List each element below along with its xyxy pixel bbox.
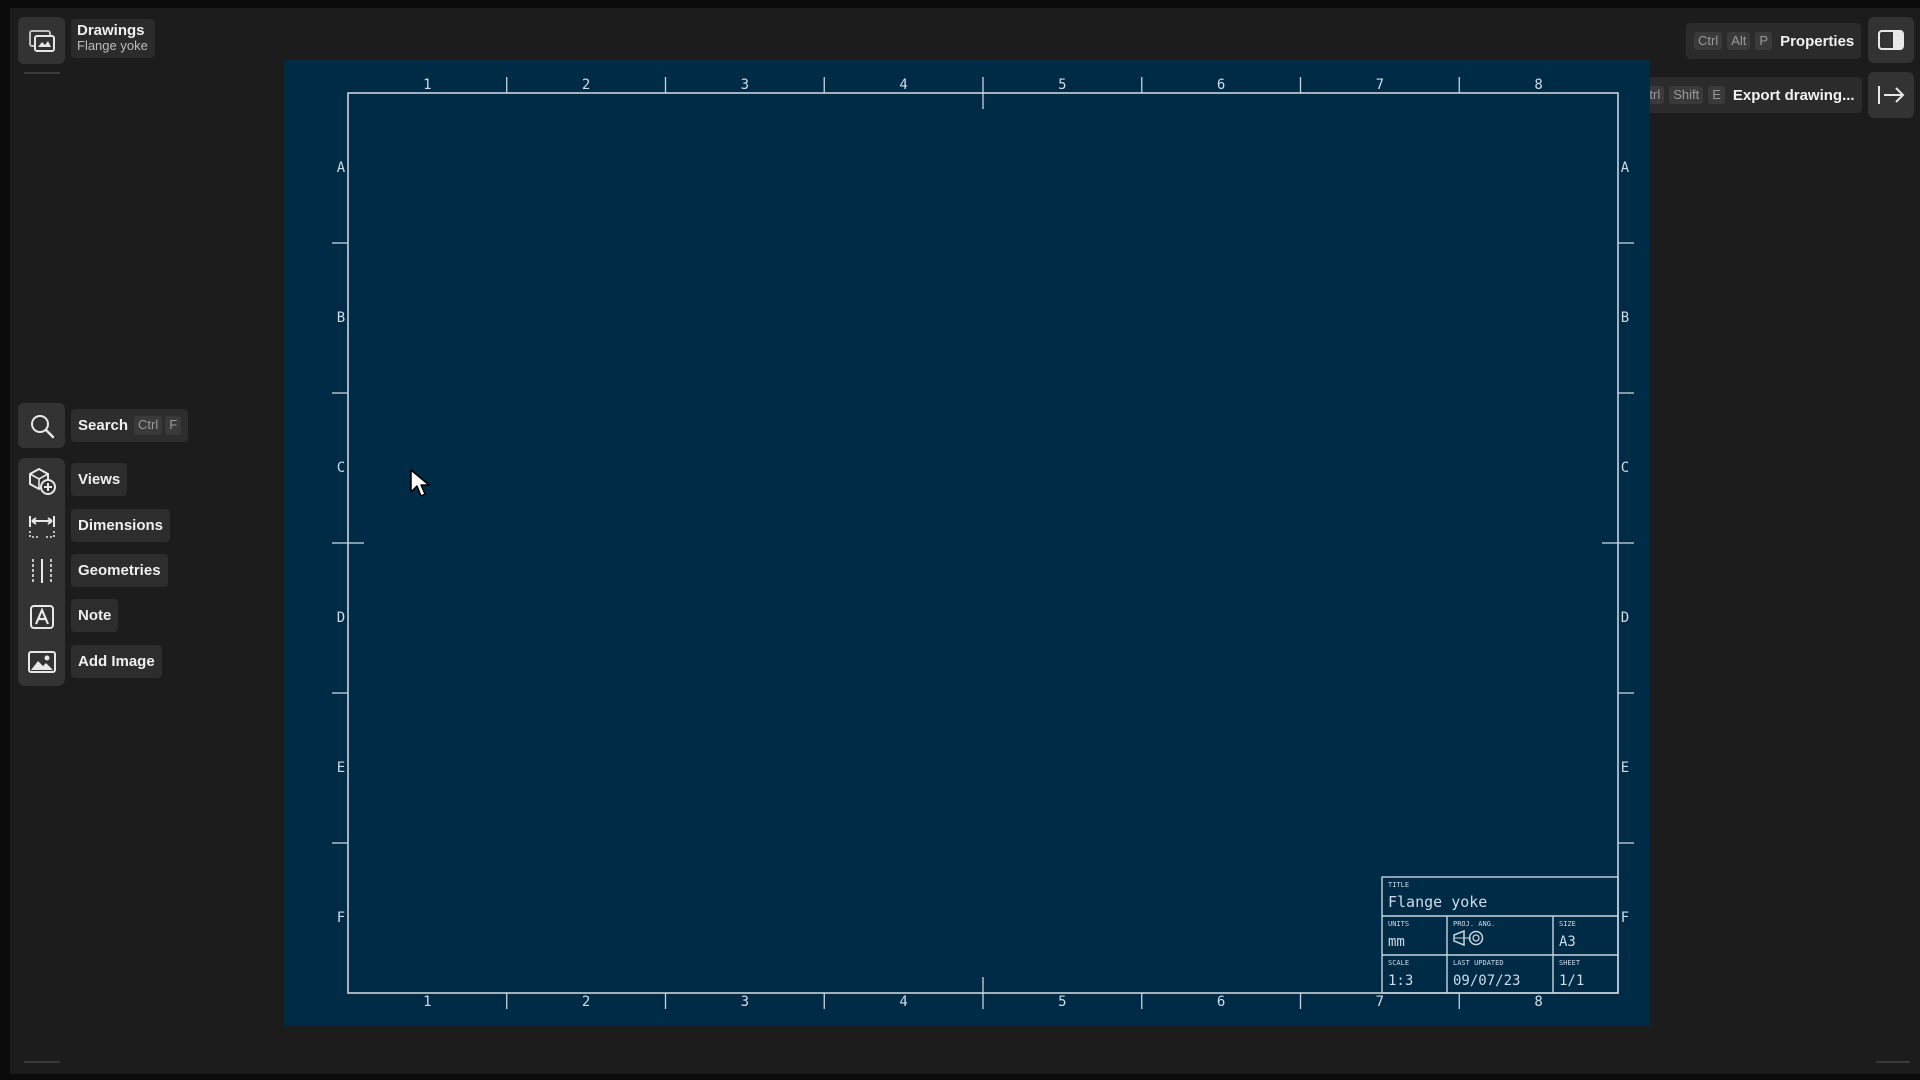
column-label-top: 6 [1217,77,1225,93]
add-image-tool-label[interactable]: Add Image [71,645,162,678]
row-label-left: F [337,910,345,926]
drawings-icon[interactable] [18,17,65,64]
column-label-bottom: 6 [1217,994,1225,1010]
column-label-top: 2 [582,77,590,93]
header-divider [24,72,60,74]
row-label-left: A [337,160,346,176]
last-updated-value: 09/07/23 [1453,973,1520,989]
search-button[interactable] [18,403,65,448]
export-shortcut-e: E [1708,85,1725,105]
document-title-block[interactable]: Drawings Flange yoke [71,19,155,59]
units-value: mm [1388,934,1405,950]
column-label-top: 8 [1534,77,1542,93]
properties-shortcut-p: P [1755,31,1773,51]
properties-panel-toggle[interactable] [1868,17,1914,63]
app-section-title: Drawings [77,22,145,39]
sheet-number-value: 1/1 [1559,973,1584,989]
geometries-tool-button[interactable] [18,548,65,593]
size-value: A3 [1559,934,1576,950]
search-icon [30,414,54,438]
units-caption: UNITS [1388,920,1409,928]
geometry-icon [31,558,52,583]
search-shortcut-f: F [165,416,182,435]
projection-caption: PROJ. ANG. [1453,920,1495,928]
window-left-edge [0,0,10,1080]
row-label-right: C [1621,460,1629,476]
row-label-right: E [1621,760,1629,776]
row-label-right: F [1621,910,1629,926]
row-label-right: A [1621,160,1630,176]
export-drawing-label: Export drawing... [1732,86,1855,104]
column-label-bottom: 5 [1058,994,1066,1010]
column-label-top: 4 [899,77,907,93]
dimensions-tool-button[interactable] [18,503,65,548]
properties-shortcut-alt: Alt [1727,31,1751,51]
column-label-bottom: 2 [582,994,590,1010]
row-label-left: E [337,760,345,776]
last-updated-caption: LAST UPDATED [1453,959,1504,967]
row-label-left: C [337,460,345,476]
note-tool-button[interactable] [18,594,65,639]
column-label-top: 3 [741,77,749,93]
column-label-bottom: 3 [741,994,749,1010]
row-label-left: B [337,310,345,326]
size-caption: SIZE [1559,920,1576,928]
column-label-bottom: 7 [1376,994,1384,1010]
drawing-sheet-canvas[interactable]: 1 1 2 2 3 3 4 4 5 5 6 6 7 7 8 8 A A B B C C D D E E F F TITLE Flang… [284,60,1650,1026]
dimension-icon [28,515,55,538]
window-top-edge [0,0,1920,8]
column-label-bottom: 8 [1534,994,1542,1010]
scale-caption: SCALE [1388,959,1409,967]
mouse-cursor-icon [410,469,430,497]
window-bottom-edge [0,1074,1920,1080]
app-window: Drawings Flange yoke Search Ctrl F Views [0,0,1920,1080]
panel-toggle-icon [1878,30,1904,50]
search-label[interactable]: Search Ctrl F [71,409,189,442]
export-drawing-icon-button[interactable] [1868,72,1914,118]
views-tool-button[interactable] [18,458,65,503]
geometries-tool-label[interactable]: Geometries [71,554,168,587]
export-shortcut-shift: Shift [1669,85,1704,105]
views-add-icon [28,467,56,495]
properties-button[interactable]: Ctrl Alt P Properties [1686,23,1862,59]
row-label-right: B [1621,310,1629,326]
bottom-left-handle [24,1061,60,1063]
note-tool-label[interactable]: Note [71,599,119,632]
column-label-bottom: 4 [899,994,907,1010]
sheet-number-caption: SHEET [1559,959,1581,967]
properties-shortcut-ctrl: Ctrl [1694,31,1723,51]
dimensions-tool-label[interactable]: Dimensions [71,509,171,542]
column-label-top: 1 [423,77,431,93]
row-label-right: D [1621,610,1629,626]
sheet-background [284,60,1650,1026]
document-name: Flange yoke [77,38,148,54]
drawing-sheet[interactable]: 1 1 2 2 3 3 4 4 5 5 6 6 7 7 8 8 A A B B C C D D E E F F TITLE Flang… [284,60,1650,1026]
export-arrow-icon [1878,86,1905,104]
bottom-right-handle [1876,1061,1910,1063]
scale-value: 1:3 [1388,973,1413,989]
column-label-top: 7 [1376,77,1384,93]
properties-label: Properties [1780,32,1855,50]
export-drawing-button[interactable]: Ctrl Shift E Export drawing... [1628,77,1862,113]
image-icon [27,650,56,673]
column-label-bottom: 1 [423,994,431,1010]
column-label-top: 5 [1058,77,1066,93]
views-tool-label[interactable]: Views [71,463,128,496]
note-icon [29,604,54,629]
row-label-left: D [337,610,345,626]
add-image-tool-button[interactable] [18,639,65,684]
search-label-text: Search [78,417,129,434]
title-caption: TITLE [1388,881,1409,889]
title-value: Flange yoke [1388,893,1487,911]
search-shortcut-ctrl: Ctrl [134,416,163,435]
